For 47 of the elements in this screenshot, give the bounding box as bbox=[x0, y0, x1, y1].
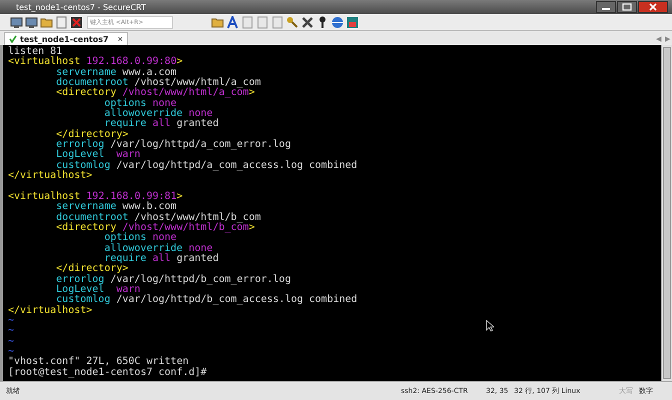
terminal-line: <directory /vhost/www/html/a_com> bbox=[56, 87, 255, 98]
terminal-line: options none bbox=[104, 232, 177, 244]
close-icon bbox=[648, 3, 658, 11]
terminal-line: </virtualhost> bbox=[8, 304, 92, 316]
terminal-line: ~ bbox=[8, 314, 14, 326]
terminal-line: servername www.a.com bbox=[56, 66, 177, 78]
terminal-line: ~ bbox=[8, 346, 14, 357]
terminal-line: allowoverride none bbox=[104, 242, 213, 254]
terminal-line: LogLevel warn bbox=[56, 149, 140, 160]
minimize-button[interactable] bbox=[596, 1, 616, 13]
terminal-line: listen 81 bbox=[8, 46, 62, 57]
terminal-line: <virtualhost 192.168.0.99:80> bbox=[8, 56, 183, 68]
tab-label: test_node1-centos7 bbox=[20, 34, 109, 44]
globe-icon[interactable] bbox=[331, 16, 344, 28]
terminal-line: errorlog /var/log/httpd/b_com_error.log bbox=[56, 274, 291, 285]
terminal-line: </virtualhost> bbox=[8, 170, 92, 182]
maximize-icon bbox=[622, 3, 632, 11]
session-tab[interactable]: test_node1-centos7 × bbox=[4, 32, 128, 45]
terminal-line: documentroot /vhost/www/html/b_com bbox=[56, 212, 261, 222]
terminal-line: </directory> bbox=[56, 263, 128, 274]
terminal-line: ~ bbox=[8, 325, 14, 336]
terminal-line: LogLevel warn bbox=[56, 284, 140, 295]
maximize-button[interactable] bbox=[617, 1, 637, 13]
terminal-line: options none bbox=[104, 98, 177, 109]
terminal-line: errorlog /var/log/httpd/a_com_error.log bbox=[56, 139, 291, 150]
tab-close-button[interactable]: × bbox=[112, 34, 123, 44]
terminal-line: require all granted bbox=[104, 252, 219, 264]
mouse-pointer-icon bbox=[486, 320, 494, 332]
terminal-line: <directory /vhost/www/html/b_com> bbox=[56, 222, 255, 233]
scrollbar[interactable] bbox=[661, 45, 672, 381]
terminal-line: "vhost.conf" 27L, 650C written bbox=[8, 356, 189, 368]
terminal-line: documentroot /vhost/www/html/a_com bbox=[56, 77, 261, 88]
terminal-line: servername www.b.com bbox=[56, 201, 177, 212]
terminal-line: require all granted bbox=[104, 118, 219, 130]
terminal-line: customlog /var/log/httpd/b_com_access.log combined bbox=[56, 294, 358, 306]
terminal-line: [root@test_node1-centos7 conf.d]# bbox=[8, 366, 207, 378]
terminal-line: customlog /var/log/httpd/a_com_access.log combined bbox=[56, 160, 358, 171]
key-icon[interactable] bbox=[286, 16, 299, 28]
disconnect-icon[interactable] bbox=[70, 16, 83, 28]
document-icon[interactable] bbox=[55, 16, 68, 28]
window-title: test_node1-centos7 - SecureCRT bbox=[16, 2, 147, 12]
terminal-line: allowoverride none bbox=[104, 108, 213, 120]
terminal-line: </directory> bbox=[56, 128, 128, 140]
close-button[interactable] bbox=[638, 1, 668, 13]
font-icon[interactable] bbox=[226, 16, 239, 28]
terminal-line: <virtualhost 192.168.0.99:81> bbox=[8, 190, 183, 202]
terminal-line: ~ bbox=[8, 336, 14, 347]
